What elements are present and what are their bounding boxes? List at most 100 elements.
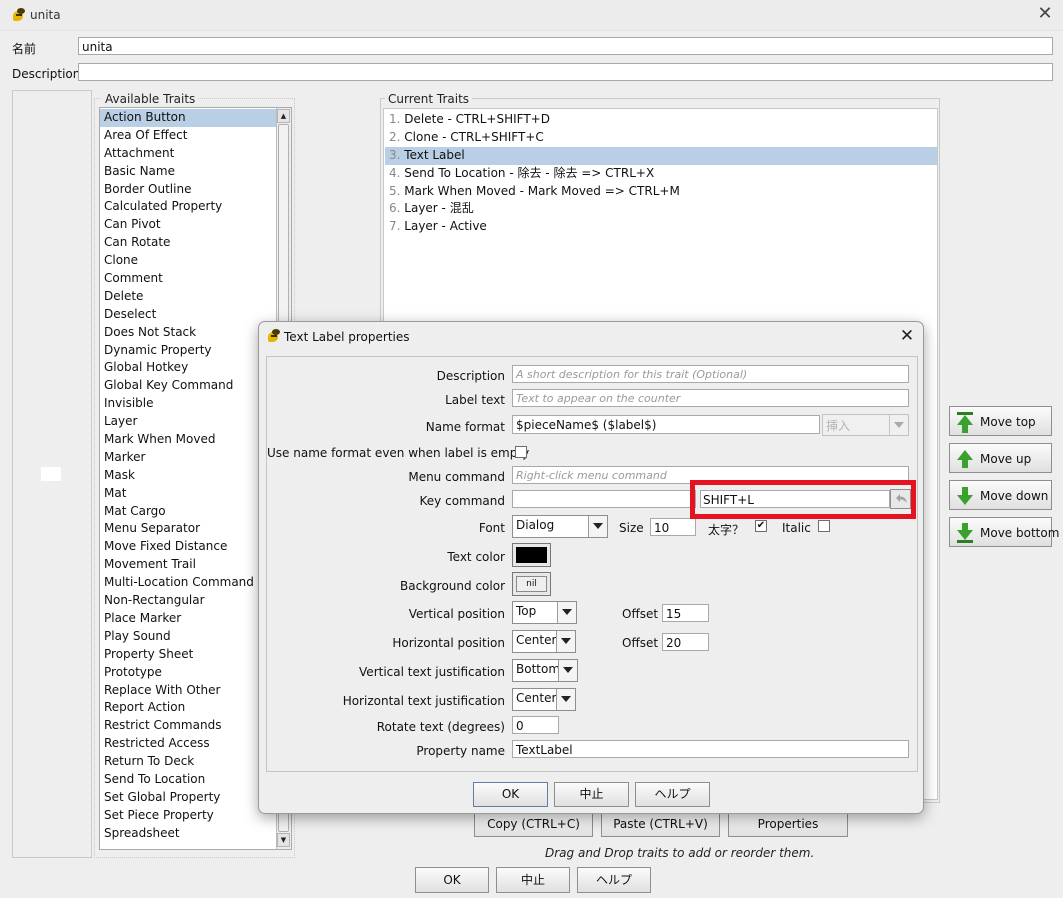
rotate-field[interactable]: 0: [512, 716, 559, 734]
available-trait-item[interactable]: Set Global Property: [100, 789, 276, 807]
background-color-button[interactable]: nil: [512, 572, 551, 596]
available-trait-item[interactable]: Basic Name: [100, 163, 276, 181]
available-trait-item[interactable]: Deselect: [100, 306, 276, 324]
name-field[interactable]: unita: [78, 37, 1053, 55]
available-trait-item[interactable]: Marker: [100, 449, 276, 467]
ok-button[interactable]: OK: [415, 867, 489, 893]
available-trait-item[interactable]: Mat Cargo: [100, 503, 276, 521]
cancel-button[interactable]: 中止: [496, 867, 570, 893]
bold-checkbox[interactable]: ✔: [755, 520, 767, 532]
available-trait-item[interactable]: Mask: [100, 467, 276, 485]
available-trait-item[interactable]: Multi-Location Command: [100, 574, 276, 592]
use-name-format-checkbox[interactable]: [515, 446, 527, 458]
available-trait-item[interactable]: Action Button: [100, 109, 276, 127]
vertical-offset-label: Offset: [622, 607, 659, 621]
move-top-icon: [956, 412, 974, 433]
available-trait-item[interactable]: Does Not Stack: [100, 324, 276, 342]
available-trait-item[interactable]: Invisible: [100, 395, 276, 413]
available-trait-item[interactable]: Report Action: [100, 699, 276, 717]
description-field[interactable]: [78, 63, 1053, 81]
available-trait-item[interactable]: Non-Rectangular: [100, 592, 276, 610]
available-trait-item[interactable]: Global Key Command: [100, 377, 276, 395]
available-trait-item[interactable]: Send To Location: [100, 771, 276, 789]
move-bottom-button[interactable]: Move bottom: [949, 517, 1059, 547]
current-trait-item[interactable]: 6. Layer - 混乱: [385, 200, 937, 218]
available-trait-item[interactable]: Prototype: [100, 664, 276, 682]
move-up-button[interactable]: Move up: [949, 443, 1052, 473]
dialog-ok-button[interactable]: OK: [473, 782, 548, 807]
available-trait-item[interactable]: Place Marker: [100, 610, 276, 628]
available-trait-item[interactable]: Move Fixed Distance: [100, 538, 276, 556]
available-trait-item[interactable]: Return To Deck: [100, 753, 276, 771]
text-color-button[interactable]: [512, 543, 551, 567]
move-up-label: Move up: [980, 452, 1032, 466]
size-field[interactable]: 10: [650, 518, 696, 536]
label-text-label: Label text: [445, 393, 505, 407]
vassal-app-icon: [12, 8, 26, 22]
current-trait-item[interactable]: 4. Send To Location - 除去 - 除去 => CTRL+X: [385, 165, 937, 183]
properties-button[interactable]: Properties: [728, 812, 848, 837]
available-trait-item[interactable]: Mat: [100, 485, 276, 503]
paste-button[interactable]: Paste (CTRL+V): [601, 812, 720, 837]
available-trait-item[interactable]: Movement Trail: [100, 556, 276, 574]
available-trait-item[interactable]: Can Rotate: [100, 234, 276, 252]
dialog-help-button[interactable]: ヘルプ: [635, 782, 710, 807]
help-button[interactable]: ヘルプ: [577, 867, 651, 893]
window-title: unita: [30, 8, 61, 22]
available-trait-item[interactable]: Layer: [100, 413, 276, 431]
name-format-field[interactable]: $pieceName$ ($label$): [512, 415, 820, 434]
available-trait-item[interactable]: Area Of Effect: [100, 127, 276, 145]
move-down-button[interactable]: Move down: [949, 480, 1052, 510]
available-trait-item[interactable]: Replace With Other: [100, 682, 276, 700]
copy-button[interactable]: Copy (CTRL+C): [474, 812, 593, 837]
insert-combo[interactable]: 挿入: [822, 414, 909, 436]
bold-label: 太字？: [708, 523, 745, 537]
available-trait-item[interactable]: Property Sheet: [100, 646, 276, 664]
current-trait-number: 3.: [389, 147, 401, 162]
available-trait-item[interactable]: Menu Separator: [100, 520, 276, 538]
vertical-offset-field[interactable]: 15: [662, 604, 709, 622]
dialog-close-icon[interactable]: ✕: [895, 324, 919, 348]
key-command-left-field[interactable]: [512, 490, 696, 508]
current-trait-item[interactable]: 3. Text Label: [385, 146, 937, 165]
chevron-down-icon: [556, 631, 575, 652]
available-trait-item[interactable]: Attachment: [100, 145, 276, 163]
current-trait-item[interactable]: 7. Layer - Active: [385, 218, 937, 236]
window-close-icon[interactable]: ✕: [1032, 2, 1058, 28]
available-trait-item[interactable]: Comment: [100, 270, 276, 288]
current-trait-item[interactable]: 1. Delete - CTRL+SHIFT+D: [385, 111, 937, 129]
horizontal-offset-field[interactable]: 20: [662, 633, 709, 651]
move-top-button[interactable]: Move top: [949, 406, 1052, 436]
vertical-position-combo[interactable]: Top: [512, 601, 577, 624]
available-trait-item[interactable]: Global Hotkey: [100, 359, 276, 377]
available-trait-item[interactable]: Can Pivot: [100, 216, 276, 234]
available-trait-item[interactable]: Restrict Commands: [100, 717, 276, 735]
label-text-field[interactable]: Text to appear on the counter: [512, 389, 909, 407]
current-trait-text: Clone - CTRL+SHIFT+C: [404, 129, 544, 144]
horizontal-justification-combo[interactable]: Center: [512, 688, 576, 711]
property-name-field[interactable]: TextLabel: [512, 740, 909, 758]
vertical-justification-combo[interactable]: Bottom: [512, 659, 578, 682]
available-trait-item[interactable]: Spreadsheet: [100, 825, 276, 843]
vertical-justification-value: Bottom: [516, 662, 561, 676]
available-trait-item[interactable]: Mark When Moved: [100, 431, 276, 449]
available-trait-item[interactable]: Calculated Property: [100, 198, 276, 216]
horizontal-justification-value: Center: [516, 691, 557, 705]
background-color-label: Background color: [400, 579, 505, 593]
available-trait-item[interactable]: Restricted Access: [100, 735, 276, 753]
available-trait-item[interactable]: Play Sound: [100, 628, 276, 646]
available-trait-item[interactable]: Delete: [100, 288, 276, 306]
current-trait-item[interactable]: 2. Clone - CTRL+SHIFT+C: [385, 129, 937, 147]
scroll-up-icon[interactable]: ▲: [277, 109, 290, 123]
trait-description-field[interactable]: A short description for this trait (Opti…: [512, 365, 909, 383]
italic-checkbox[interactable]: [818, 520, 830, 532]
available-trait-item[interactable]: Set Piece Property: [100, 807, 276, 825]
available-trait-item[interactable]: Clone: [100, 252, 276, 270]
dialog-cancel-button[interactable]: 中止: [554, 782, 629, 807]
available-trait-item[interactable]: Dynamic Property: [100, 342, 276, 360]
available-trait-item[interactable]: Border Outline: [100, 181, 276, 199]
current-trait-item[interactable]: 5. Mark When Moved - Mark Moved => CTRL+…: [385, 183, 937, 201]
font-combo[interactable]: Dialog: [512, 515, 608, 538]
scroll-down-icon[interactable]: ▼: [277, 833, 290, 847]
horizontal-position-combo[interactable]: Center: [512, 630, 576, 653]
